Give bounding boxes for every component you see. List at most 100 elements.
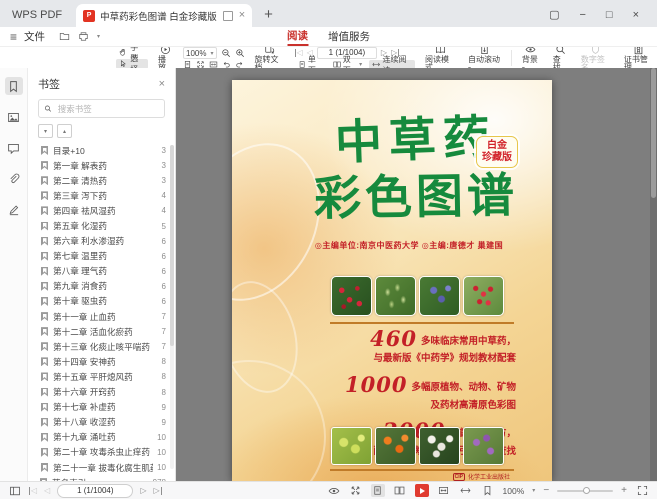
bookmark-page-number: 7 [162, 342, 166, 351]
bookmark-item[interactable]: 第二十章 攻毒杀虫止痒药10 [28, 445, 175, 460]
fullwindow-icon[interactable] [349, 484, 363, 497]
bookmark-item[interactable]: 第十三章 化痰止咳平喘药7 [28, 339, 175, 354]
continuous-icon[interactable] [459, 484, 473, 497]
tab-services[interactable]: 增值服务 [328, 27, 370, 46]
bookmark-icon [41, 267, 48, 276]
bookmark-search[interactable] [38, 99, 165, 118]
bookmark-item[interactable]: 第八章 理气药6 [28, 264, 175, 279]
comments-panel-icon[interactable] [5, 139, 23, 157]
bookmark-item[interactable]: 第二章 清热药3 [28, 173, 175, 188]
bookmark-item[interactable]: 第十六章 开窍药8 [28, 385, 175, 400]
fullscreen-icon[interactable] [635, 484, 649, 497]
bookmark-item[interactable]: 第四章 祛风湿药 4 [28, 203, 175, 218]
bookmark-item[interactable]: 第九章 消食药6 [28, 279, 175, 294]
maximize-icon[interactable]: □ [606, 9, 613, 21]
zoom-select[interactable]: 100%▾ [183, 47, 216, 59]
bookmark-page-number: 3 [162, 146, 166, 155]
bookmark-page-number: 6 [162, 282, 166, 291]
bookmark-item[interactable]: 第三章 泻下药4 [28, 188, 175, 203]
bookmark-icon [41, 146, 48, 155]
viewer-scrollbar[interactable] [650, 68, 657, 481]
bookmark-item[interactable]: 第一章 解表药3 [28, 158, 175, 173]
print-icon[interactable] [78, 31, 89, 42]
bookmark-item[interactable]: 第五章 化湿药5 [28, 218, 175, 233]
zoom-caret-icon[interactable]: ▾ [532, 487, 535, 494]
signature-panel-icon[interactable] [5, 201, 23, 219]
toggle-sidebar-icon[interactable] [8, 484, 22, 497]
bookmarks-panel-icon[interactable] [5, 77, 23, 95]
panel-close-icon[interactable]: × [159, 78, 165, 90]
bookmark-icon [41, 161, 48, 170]
publisher-line: CIP 化学工业出版社 [453, 472, 510, 481]
zoom-in-button[interactable]: + [621, 486, 627, 496]
bookmark-item[interactable]: 第十章 驱虫药6 [28, 294, 175, 309]
cover-divider [330, 322, 514, 324]
window-layout-icon[interactable]: ▢ [549, 8, 559, 21]
document-viewer[interactable]: 中草药 彩色图谱 白金 珍藏版 ◎主编单位:南京中医药大学 ◎主编:唐德才 巢建… [176, 68, 657, 481]
window-close-icon[interactable]: × [633, 9, 639, 21]
select-tool-button[interactable]: 选择 [116, 59, 148, 69]
tab-reading[interactable]: 阅读 [287, 27, 308, 46]
app-home-button[interactable]: WPS PDF [0, 9, 76, 27]
cover-editors-line: ◎主编单位:南京中医药大学 ◎主编:唐德才 巢建国 [232, 240, 552, 251]
plant-photo [331, 427, 372, 465]
zoom-level[interactable]: 100% [503, 486, 525, 496]
double-page-icon[interactable] [393, 484, 407, 497]
prev-page-icon[interactable]: ◁ [44, 487, 50, 495]
publisher-logo: CIP [453, 473, 465, 481]
collapse-all-icon[interactable]: ▴ [57, 124, 72, 138]
zoom-slider[interactable] [557, 490, 613, 492]
expand-all-icon[interactable]: ▾ [38, 124, 53, 138]
bookmark-item[interactable]: 第六章 利水渗湿药6 [28, 234, 175, 249]
first-page-icon[interactable]: ◁ [295, 49, 303, 57]
page-number-input[interactable] [57, 484, 133, 498]
tab-close-icon[interactable]: × [239, 10, 245, 21]
bookmark-item[interactable]: 第十七章 补虚药9 [28, 400, 175, 415]
quick-tools-caret-icon[interactable]: ▾ [97, 33, 100, 40]
bookmark-item[interactable]: 第十九章 涌吐药10 [28, 430, 175, 445]
bookmark-search-input[interactable] [56, 103, 159, 115]
tab-preview-icon[interactable] [223, 11, 233, 21]
zoom-in-icon[interactable] [235, 48, 245, 58]
bookmark-item[interactable]: 第二十一章 拔毒化腐生肌药10 [28, 460, 175, 475]
play-button[interactable] [415, 484, 429, 497]
bookmark-item[interactable]: 第十四章 安神药8 [28, 354, 175, 369]
wps-pdf-window: WPS PDF P 中草药彩色图谱 白金珍藏版 × + ▢ − □ × ≡ 文件… [0, 0, 657, 499]
bookmark-item[interactable]: 第十一章 止血药7 [28, 309, 175, 324]
panel-scrollbar[interactable] [170, 145, 174, 469]
document-tab[interactable]: P 中草药彩色图谱 白金珍藏版 × [76, 4, 252, 27]
minimize-icon[interactable]: − [579, 9, 585, 21]
single-page-icon[interactable] [371, 484, 385, 497]
next-page-icon[interactable]: ▷ [140, 487, 146, 495]
background-icon[interactable] [327, 484, 341, 497]
first-page-icon[interactable]: ◁ [29, 487, 37, 495]
bookmark-page-number: 4 [162, 206, 166, 215]
bookmark-item[interactable]: 第十二章 活血化瘀药7 [28, 324, 175, 339]
tab-title: 中草药彩色图谱 白金珍藏版 [100, 9, 218, 23]
zoom-slider-knob[interactable] [583, 487, 590, 494]
zoom-out-icon[interactable] [221, 48, 231, 58]
last-page-icon[interactable]: ▷ [153, 487, 161, 495]
bookmark-icon [41, 418, 48, 427]
plant-photo-row-top [331, 276, 504, 316]
bookmark-page-number: 6 [162, 267, 166, 276]
bookmark-item[interactable]: 第七章 温里药6 [28, 249, 175, 264]
zoom-out-button[interactable]: − [543, 486, 549, 496]
main-menu-icon[interactable]: ≡ [10, 30, 17, 44]
file-menu[interactable]: 文件 [24, 29, 45, 44]
attachments-panel-icon[interactable] [5, 170, 23, 188]
thumbnails-panel-icon[interactable] [5, 108, 23, 126]
fit-width-icon[interactable] [437, 484, 451, 497]
bookmark-item[interactable]: 第十五章 平肝熄风药8 [28, 369, 175, 384]
bookmark-icon[interactable] [481, 484, 495, 497]
bookmark-label: 第十二章 活血化瘀药 [53, 326, 158, 338]
plant-photo [463, 276, 504, 316]
bookmark-icon [41, 206, 48, 215]
plant-photo [375, 427, 416, 465]
new-tab-button[interactable]: + [264, 6, 273, 23]
bookmark-label: 第四章 祛风湿药 [53, 205, 158, 217]
bookmark-item[interactable]: 第十八章 收涩药9 [28, 415, 175, 430]
bookmark-item[interactable]: 目录+103 [28, 143, 175, 158]
statusbar: ◁ ◁ ▷ ▷ 100% ▾ − + [0, 481, 657, 499]
open-file-icon[interactable] [59, 31, 70, 42]
